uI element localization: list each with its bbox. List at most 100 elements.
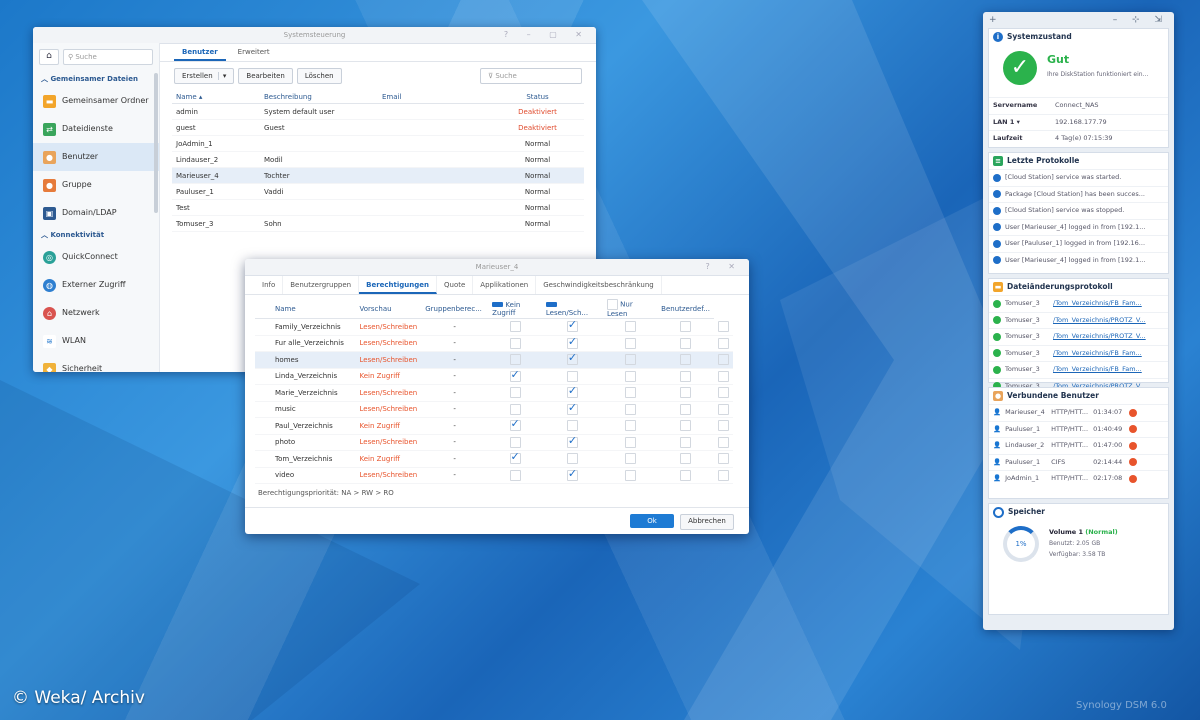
log-entry[interactable]: [Cloud Station] service was started.: [989, 169, 1168, 186]
permission-checkbox[interactable]: [680, 420, 692, 432]
read-only-header-checkbox[interactable]: [606, 299, 618, 310]
dialog-tab[interactable]: Geschwindigkeitsbeschränkung: [536, 276, 662, 294]
permission-checkbox[interactable]: [680, 370, 692, 382]
sidebar-scrollbar[interactable]: [154, 73, 158, 213]
dialog-titlebar[interactable]: Marieuser_4 ? ✕: [245, 259, 749, 276]
permission-checkbox[interactable]: [680, 321, 692, 333]
file-change-path[interactable]: /Tom_Verzeichnis/FB_Fam...: [1053, 346, 1142, 362]
create-button[interactable]: Erstellen ▾: [174, 68, 235, 84]
permission-checkbox[interactable]: [624, 337, 636, 349]
sidebar-section-connectivity[interactable]: ︿ Konnektivität: [33, 227, 159, 243]
read-write-header-checkbox[interactable]: [545, 302, 557, 307]
permission-checkbox[interactable]: [718, 354, 729, 366]
perm-col-name[interactable]: Name: [255, 299, 356, 319]
permission-checkbox[interactable]: [509, 403, 521, 415]
perm-col-custom[interactable]: Benutzerdef...: [657, 299, 714, 319]
connected-user-row[interactable]: 👤 Lindauser_2 HTTP/HTT... 01:47:00: [989, 437, 1168, 454]
perm-col-read-only[interactable]: Nur Lesen: [602, 299, 658, 319]
filter-search-input[interactable]: ⊽ Suche: [480, 68, 582, 84]
permission-checkbox[interactable]: [566, 401, 578, 415]
permission-checkbox[interactable]: [624, 321, 636, 333]
no-access-header-checkbox[interactable]: [492, 302, 504, 307]
log-entry[interactable]: [Cloud Station] service was stopped.: [989, 202, 1168, 219]
table-row[interactable]: guest Guest Deaktiviert: [172, 119, 584, 136]
permission-checkbox[interactable]: [624, 420, 636, 432]
connected-user-row[interactable]: 👤 Pauluser_1 HTTP/HTT... 01:40:49: [989, 420, 1168, 438]
sidebar-item-shared-folder[interactable]: ▬ Gemeinsamer Ordner: [33, 87, 159, 115]
tab-users[interactable]: Benutzer: [174, 43, 226, 61]
perm-col-group[interactable]: Gruppenberec...: [421, 299, 489, 319]
sidebar-item-group[interactable]: ● Gruppe: [33, 171, 159, 199]
permission-row[interactable]: Marie_Verzeichnis Lesen/Schreiben -: [255, 384, 733, 402]
permission-row[interactable]: Paul_Verzeichnis Kein Zugriff -: [255, 417, 733, 435]
permission-checkbox[interactable]: [718, 469, 729, 481]
home-icon[interactable]: ⌂: [39, 49, 59, 65]
table-row[interactable]: admin System default user Deaktiviert: [172, 103, 584, 120]
permission-row[interactable]: music Lesen/Schreiben -: [255, 401, 733, 418]
permission-row[interactable]: photo Lesen/Schreiben -: [255, 434, 733, 451]
add-widget-icon[interactable]: +: [989, 12, 997, 28]
sidebar-search-input[interactable]: ⚲ Suche: [63, 49, 153, 65]
permission-checkbox[interactable]: [624, 370, 636, 382]
edit-button[interactable]: Bearbeiten: [238, 68, 293, 84]
panel-controls[interactable]: – ⊹ ⇲: [1113, 12, 1168, 28]
sidebar-item-external-access[interactable]: ◍ Externer Zugriff: [33, 271, 159, 299]
permission-checkbox[interactable]: [680, 469, 692, 481]
permission-checkbox[interactable]: [718, 453, 729, 465]
permission-checkbox[interactable]: [509, 337, 521, 349]
permission-checkbox[interactable]: [566, 352, 578, 366]
window-controls[interactable]: ? – ▢ ✕: [504, 27, 590, 43]
permission-checkbox[interactable]: [566, 467, 578, 481]
col-status[interactable]: Status: [491, 90, 584, 104]
table-row[interactable]: Test Normal: [172, 199, 584, 216]
permission-checkbox[interactable]: [624, 469, 636, 481]
disconnect-icon[interactable]: [1129, 441, 1138, 450]
permission-checkbox[interactable]: [509, 418, 521, 432]
col-email[interactable]: Email: [378, 90, 491, 104]
disconnect-icon[interactable]: [1129, 425, 1138, 434]
permission-row[interactable]: Tom_Verzeichnis Kein Zugriff -: [255, 450, 733, 468]
permission-checkbox[interactable]: [718, 436, 729, 448]
file-change-entry[interactable]: Tomuser_3/Tom_Verzeichnis/FB_Fam...: [989, 344, 1168, 362]
permission-checkbox[interactable]: [566, 335, 578, 349]
permission-checkbox[interactable]: [509, 469, 521, 481]
sidebar-item-security[interactable]: ◆ Sicherheit: [33, 355, 159, 372]
col-name[interactable]: Name ▴: [172, 90, 260, 104]
permission-checkbox[interactable]: [566, 453, 578, 465]
disconnect-icon[interactable]: [1129, 408, 1138, 417]
permission-row[interactable]: Fur alle_Verzeichnis Lesen/Schreiben -: [255, 335, 733, 352]
dialog-tab[interactable]: Berechtigungen: [359, 276, 437, 294]
table-row[interactable]: Lindauser_2 Modil Normal: [172, 151, 584, 168]
log-entry[interactable]: User [Pauluser_1] logged in from [192.16…: [989, 235, 1168, 252]
file-change-entry[interactable]: Tomuser_3/Tom_Verzeichnis/FB_Fam...: [989, 361, 1168, 378]
file-change-path[interactable]: /Tom_Verzeichnis/PROTZ_V...: [1053, 329, 1146, 345]
permission-checkbox[interactable]: [680, 387, 692, 399]
sidebar-item-file-services[interactable]: ⇄ Dateidienste: [33, 115, 159, 143]
permission-checkbox[interactable]: [718, 420, 729, 432]
permission-checkbox[interactable]: [566, 434, 578, 448]
sidebar-item-wlan[interactable]: ≋ WLAN: [33, 327, 159, 355]
file-change-entry[interactable]: Tomuser_3/Tom_Verzeichnis/PROTZ_V...: [989, 311, 1168, 329]
permission-row[interactable]: video Lesen/Schreiben -: [255, 467, 733, 484]
dialog-controls[interactable]: ? ✕: [706, 259, 744, 275]
ok-button[interactable]: Ok: [630, 514, 674, 528]
file-change-path[interactable]: /Tom_Verzeichnis/FB_Fam...: [1053, 362, 1142, 378]
delete-button[interactable]: Löschen: [296, 68, 342, 84]
perm-col-no-access[interactable]: Kein Zugriff: [488, 299, 542, 319]
log-entry[interactable]: Package [Cloud Station] has been succes.…: [989, 185, 1168, 203]
perm-col-preview[interactable]: Vorschau: [355, 299, 422, 319]
dialog-tab[interactable]: Info: [255, 276, 284, 294]
permission-checkbox[interactable]: [509, 387, 521, 399]
table-row[interactable]: JoAdmin_1 Normal: [172, 135, 584, 152]
permission-checkbox[interactable]: [566, 385, 578, 399]
file-change-entry[interactable]: Tomuser_3/Tom_Verzeichnis/PROTZ_V...: [989, 328, 1168, 345]
cancel-button[interactable]: Abbrechen: [680, 514, 734, 530]
table-row[interactable]: Marieuser_4 Tochter Normal: [172, 167, 584, 184]
connected-user-row[interactable]: 👤 JoAdmin_1 HTTP/HTT... 02:17:08: [989, 470, 1168, 487]
permission-row[interactable]: homes Lesen/Schreiben -: [255, 351, 733, 369]
permission-checkbox[interactable]: [509, 451, 521, 465]
sidebar-item-domain[interactable]: ▣ Domain/LDAP: [33, 199, 159, 227]
permission-checkbox[interactable]: [509, 368, 521, 382]
permission-checkbox[interactable]: [718, 403, 729, 415]
permission-checkbox[interactable]: [509, 436, 521, 448]
